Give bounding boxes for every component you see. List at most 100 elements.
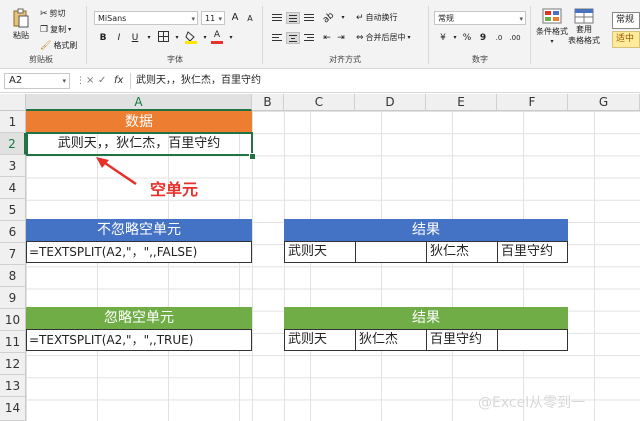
decrease-indent-icon: ⇤ <box>323 33 331 43</box>
decrease-font-button[interactable]: A <box>243 12 257 26</box>
column-header-e[interactable]: E <box>426 94 497 111</box>
result-title-1[interactable]: 结果 <box>284 219 568 241</box>
row-header-9[interactable]: 9 <box>0 287 26 309</box>
enter-icon[interactable]: ✓ <box>98 73 106 89</box>
align-middle-button[interactable] <box>286 12 300 24</box>
increase-font-icon: A <box>231 12 239 23</box>
font-size-value: 11 <box>205 14 216 23</box>
underline-dropdown[interactable]: ▾ <box>142 31 156 45</box>
cell-a10[interactable]: 忽略空单元 <box>26 307 252 329</box>
empty-cell-annotation: 空单元 <box>150 180 199 199</box>
insert-function-icon[interactable]: fx <box>114 73 123 89</box>
underline-button[interactable]: U <box>128 31 142 45</box>
percent-button[interactable]: % <box>460 31 474 45</box>
italic-button[interactable]: I <box>112 31 126 45</box>
cut-button[interactable]: ✂ 剪切 <box>40 8 66 19</box>
cell-a1[interactable]: 数据 <box>26 111 252 133</box>
cancel-icon[interactable]: × <box>86 73 94 89</box>
row-header-4[interactable]: 4 <box>0 177 26 199</box>
styles-group: 条件格式 ▾ 套用 表格格式 常规 适中 <box>532 0 640 68</box>
font-color-dropdown[interactable]: ▾ <box>224 31 238 45</box>
result-2-e11[interactable]: 百里守约 <box>426 329 498 351</box>
row-header-5[interactable]: 5 <box>0 199 26 221</box>
result-1-e7[interactable]: 狄仁杰 <box>426 241 498 263</box>
align-left-button[interactable] <box>270 32 284 44</box>
style-neutral[interactable]: 适中 <box>612 31 640 48</box>
row-header-1[interactable]: 1 <box>0 111 26 133</box>
merge-center-button[interactable]: ⇔ 合并后居中 ▾ <box>356 32 411 43</box>
bold-button[interactable]: B <box>96 31 110 45</box>
gridline <box>284 111 285 421</box>
format-painter-button[interactable]: 🖌 格式刷 <box>40 40 77 51</box>
increase-decimal-button[interactable]: .0 <box>492 31 506 45</box>
borders-button[interactable] <box>156 31 170 45</box>
copy-button[interactable]: ❐ 复制 ▾ <box>40 24 71 35</box>
fill-color-button[interactable] <box>184 31 198 45</box>
row-header-3[interactable]: 3 <box>0 155 26 177</box>
row-header-10[interactable]: 10 <box>0 309 26 331</box>
row-header-12[interactable]: 12 <box>0 353 26 375</box>
column-header-d[interactable]: D <box>355 94 426 111</box>
column-header-g[interactable]: G <box>568 94 640 111</box>
result-1-d7[interactable] <box>355 241 427 263</box>
orientation-dropdown[interactable]: ▾ <box>336 11 350 25</box>
align-top-button[interactable] <box>270 12 284 24</box>
align-right-button[interactable] <box>302 32 316 44</box>
result-2-c11[interactable]: 武则天 <box>284 329 356 351</box>
cell-a6[interactable]: 不忽略空单元 <box>26 219 252 241</box>
conditional-format-button[interactable]: 条件格式 ▾ <box>536 8 568 45</box>
result-title-2[interactable]: 结果 <box>284 307 568 329</box>
alignment-group-label: 对齐方式 <box>329 55 361 64</box>
paste-button[interactable]: 粘贴 <box>12 8 30 41</box>
fill-handle[interactable] <box>249 153 256 160</box>
font-size-select[interactable]: 11 ▾ <box>201 11 225 25</box>
result-1-c7[interactable]: 武则天 <box>284 241 356 263</box>
format-as-table-label-1: 套用 <box>576 25 592 34</box>
format-as-table-button[interactable]: 套用 表格格式 <box>568 8 600 46</box>
column-header-c[interactable]: C <box>284 94 355 111</box>
style-normal[interactable]: 常规 <box>612 12 640 29</box>
chevron-down-icon: ▾ <box>203 34 207 41</box>
increase-font-button[interactable]: A <box>228 11 242 25</box>
divider <box>86 6 87 64</box>
row-header-6[interactable]: 6 <box>0 221 26 243</box>
chevron-down-icon: ▾ <box>550 38 554 45</box>
chevron-down-icon: ▾ <box>62 77 66 85</box>
divider <box>530 6 531 64</box>
align-center-button[interactable] <box>286 32 300 44</box>
row-header-11[interactable]: 11 <box>0 331 26 353</box>
row-header-8[interactable]: 8 <box>0 265 26 287</box>
number-format-select[interactable]: 常规 ▾ <box>434 11 526 25</box>
decrease-decimal-button[interactable]: .00 <box>508 31 522 45</box>
column-header-f[interactable]: F <box>497 94 568 111</box>
percent-icon: % <box>462 33 472 43</box>
row-header-13[interactable]: 13 <box>0 375 26 397</box>
name-box[interactable]: A2 ▾ <box>4 73 70 89</box>
result-2-d11[interactable]: 狄仁杰 <box>355 329 427 351</box>
row-header-14[interactable]: 14 <box>0 397 26 421</box>
borders-dropdown[interactable]: ▾ <box>170 31 184 45</box>
paste-icon <box>13 8 29 28</box>
result-2-f11[interactable] <box>497 329 568 351</box>
formula-input[interactable]: 武则天，，狄仁杰，百里守约 <box>136 73 261 89</box>
align-bottom-button[interactable] <box>302 12 316 24</box>
ribbon: 粘贴 ✂ 剪切 ❐ 复制 ▾ 🖌 格式刷 剪贴板 MiSans ▾ 11 ▾ A… <box>0 0 640 69</box>
paintbrush-icon: 🖌 <box>40 40 52 51</box>
wrap-text-button[interactable]: ↵ 自动换行 <box>356 12 398 23</box>
decrease-indent-button[interactable]: ⇤ <box>320 31 334 45</box>
merge-cells-icon: ⇔ <box>356 32 364 43</box>
row-header-2[interactable]: 2 <box>0 133 26 155</box>
cell-a11[interactable]: =TEXTSPLIT(A2,"，",,TRUE) <box>26 329 252 351</box>
comma-button[interactable]: 9 <box>476 31 490 45</box>
row-header-7[interactable]: 7 <box>0 243 26 265</box>
font-color-button[interactable]: A <box>210 30 224 44</box>
column-header-b[interactable]: B <box>252 94 284 111</box>
cell-a7[interactable]: =TEXTSPLIT(A2,"，",,FALSE) <box>26 241 252 263</box>
select-all-corner[interactable] <box>0 94 26 111</box>
orientation-button[interactable]: ab <box>321 11 336 26</box>
result-1-f7[interactable]: 百里守约 <box>497 241 568 263</box>
column-header-a[interactable]: A <box>26 94 252 111</box>
font-name-select[interactable]: MiSans ▾ <box>94 11 198 25</box>
increase-indent-button[interactable]: ⇥ <box>334 31 348 45</box>
number-group-label: 数字 <box>472 55 488 64</box>
